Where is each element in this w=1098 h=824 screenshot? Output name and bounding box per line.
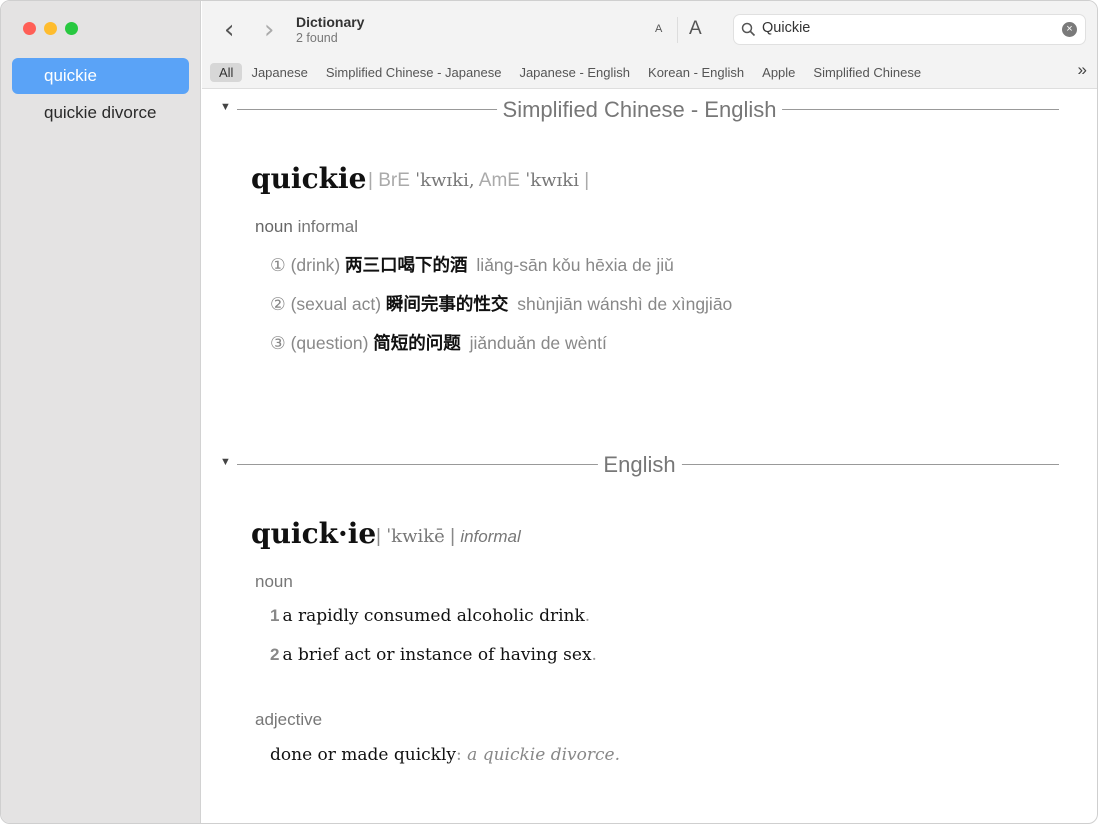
divider	[677, 17, 678, 43]
pron-ame-label: AmE	[474, 170, 526, 191]
more-tabs-chevron-icon[interactable]: »	[1078, 60, 1087, 80]
section-header-zh-en[interactable]: ▼ Simplified Chinese - English	[220, 97, 1059, 123]
dictionary-tabs: All Japanese Simplified Chinese - Japane…	[210, 63, 930, 82]
tab-japanese-english[interactable]: Japanese - English	[510, 63, 639, 82]
font-larger-button[interactable]: A	[689, 18, 702, 40]
pron-bre: ˈkwɪki,	[415, 170, 475, 191]
period: .	[584, 606, 591, 626]
pinyin: jiǎnduǎn de wèntí	[469, 333, 607, 353]
dictionary-window: quickie quickie divorce ‹ › Dictionary 2…	[0, 0, 1098, 824]
font-smaller-button[interactable]: A	[655, 23, 662, 35]
search-input[interactable]	[762, 20, 1052, 36]
toolbar: ‹ › Dictionary 2 found A A × All Japanes…	[202, 1, 1097, 89]
sense: 1a rapidly consumed alcoholic drink.	[270, 606, 590, 626]
tab-all[interactable]: All	[210, 63, 243, 82]
clear-search-icon[interactable]: ×	[1062, 22, 1077, 37]
close-window-button[interactable]	[23, 22, 36, 35]
tab-simplified-chinese[interactable]: Simplified Chinese	[804, 63, 930, 82]
sense-number: 2	[270, 645, 280, 664]
tab-korean-english[interactable]: Korean - English	[639, 63, 753, 82]
pos-label: adjective	[255, 710, 323, 729]
tab-japanese[interactable]: Japanese	[242, 63, 316, 82]
section-title: Simplified Chinese - English	[496, 97, 783, 123]
pron: ˈkwikē	[386, 526, 445, 547]
chinese-translation: 瞬间完事的性交	[385, 294, 509, 314]
sense-number: 1	[270, 606, 280, 625]
sense-number: ②	[270, 294, 286, 314]
section-title: English	[597, 452, 682, 478]
tab-apple[interactable]: Apple	[753, 63, 804, 82]
pos-label: noun	[255, 217, 293, 236]
definition: a rapidly consumed alcoholic drink	[282, 606, 585, 626]
example: a quickie divorce.	[467, 745, 620, 765]
headword: quick·ie	[251, 517, 377, 550]
sense-gloss: (sexual act)	[290, 294, 382, 314]
pron-bar: |	[578, 170, 590, 191]
pronunciation: | ˈkwikē | informal	[376, 526, 521, 548]
search-icon	[741, 22, 756, 37]
sense: ② (sexual act) 瞬间完事的性交 shùnjiān wánshì d…	[270, 291, 732, 316]
sense: ③ (question) 简短的问题 jiǎnduǎn de wèntí	[270, 330, 607, 355]
back-button[interactable]: ‹	[224, 15, 234, 45]
pron-bar: | BrE	[368, 170, 416, 191]
register-label: informal	[297, 217, 359, 236]
window-title: Dictionary	[296, 14, 365, 30]
sidebar-item-quickie[interactable]: quickie	[12, 58, 189, 94]
chinese-translation: 简短的问题	[373, 333, 461, 353]
sense-number: ①	[270, 255, 286, 275]
pronunciation: | BrE ˈkwɪki, AmE ˈkwɪki |	[368, 170, 589, 192]
period: .	[591, 645, 597, 665]
sense-gloss: (drink)	[290, 255, 341, 275]
sense: done or made quickly: a quickie divorce.	[270, 745, 620, 765]
pron-bar: |	[444, 526, 456, 547]
headword: quickie	[251, 162, 367, 195]
forward-button[interactable]: ›	[264, 15, 274, 45]
chinese-translation: 两三口喝下的酒	[345, 255, 468, 275]
results-count: 2 found	[296, 31, 338, 45]
traffic-lights	[23, 22, 78, 35]
search-field[interactable]: ×	[733, 14, 1086, 45]
pron-ame: ˈkwɪki	[525, 170, 579, 191]
pron-bar: |	[376, 526, 387, 547]
pinyin: shùnjiān wánshì de xìngjiāo	[517, 294, 733, 314]
pinyin: liǎng-sān kǒu hēxia de jiǔ	[476, 255, 674, 275]
zoom-window-button[interactable]	[65, 22, 78, 35]
disclosure-triangle-icon[interactable]: ▼	[220, 456, 231, 468]
main-pane: ‹ › Dictionary 2 found A A × All Japanes…	[202, 1, 1097, 823]
sense-number: ③	[270, 333, 286, 353]
section-header-english[interactable]: ▼ English	[220, 452, 1059, 478]
definition: done or made quickly	[270, 745, 457, 765]
part-of-speech: noun informal	[255, 217, 358, 237]
sidebar: quickie quickie divorce	[1, 1, 201, 823]
sense: ① (drink) 两三口喝下的酒 liǎng-sān kǒu hēxia de…	[270, 252, 674, 277]
sense-gloss: (question)	[290, 333, 369, 353]
minimize-window-button[interactable]	[44, 22, 57, 35]
definition: a brief act or instance of having sex	[282, 645, 592, 665]
disclosure-triangle-icon[interactable]: ▼	[220, 101, 231, 113]
definition-content: ▼ Simplified Chinese - English quickie |…	[202, 90, 1097, 823]
pos-label: noun	[255, 572, 293, 591]
sidebar-item-quickie-divorce[interactable]: quickie divorce	[12, 95, 189, 131]
tab-simplified-chinese-japanese[interactable]: Simplified Chinese - Japanese	[317, 63, 511, 82]
register-label: informal	[460, 527, 521, 546]
sense: 2a brief act or instance of having sex.	[270, 645, 597, 665]
colon: :	[456, 745, 462, 765]
